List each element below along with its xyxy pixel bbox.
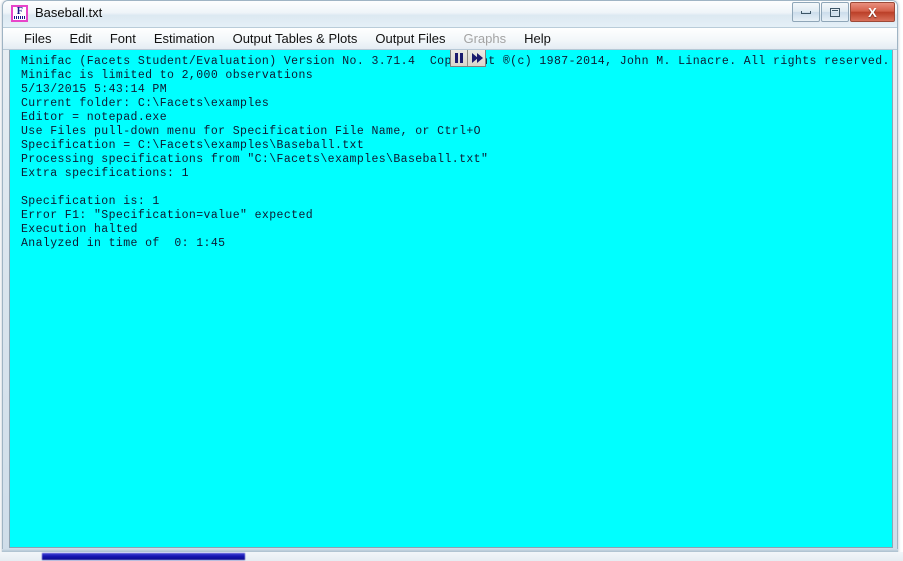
pause-icon <box>455 53 458 63</box>
background-progress-bar <box>42 553 245 560</box>
pause-button[interactable] <box>451 50 468 66</box>
menu-item-edit[interactable]: Edit <box>60 29 100 49</box>
pause-icon-second-bar <box>460 53 463 63</box>
menu-item-output-files[interactable]: Output Files <box>366 29 454 49</box>
console-line: Minifac is limited to 2,000 observations <box>21 69 314 82</box>
maximize-icon <box>830 7 840 17</box>
desktop-background: F Baseball.txt X Files Edit Font Estimat… <box>0 0 903 561</box>
menu-item-output-tables-and-plots[interactable]: Output Tables & Plots <box>224 29 367 49</box>
console-line: Specification = C:\Facets\examples\Baseb… <box>21 139 365 152</box>
console-line: Execution halted <box>21 223 138 236</box>
maximize-button[interactable] <box>821 2 849 22</box>
console-line: Error F1: "Specification=value" expected <box>21 209 314 222</box>
minifac-main-window: F Baseball.txt X Files Edit Font Estimat… <box>2 0 898 556</box>
minimize-button[interactable] <box>792 2 820 22</box>
menu-item-graphs: Graphs <box>463 30 507 46</box>
window-title: Baseball.txt <box>35 5 103 20</box>
console-line: Current folder: C:\Facets\examples <box>21 97 270 110</box>
console-line: Processing specifications from "C:\Facet… <box>21 153 489 166</box>
menu-item-help[interactable]: Help <box>515 29 560 49</box>
menu-item-estimation[interactable]: Estimation <box>145 29 224 49</box>
console-text: Minifac (Facets Student/Evaluation) Vers… <box>21 55 890 251</box>
minimize-icon <box>801 10 811 14</box>
minifac-app-icon: F <box>11 5 28 22</box>
console-output-area: Minifac (Facets Student/Evaluation) Vers… <box>9 50 893 548</box>
close-button[interactable]: X <box>850 2 895 22</box>
app-icon-glyph: F <box>16 6 23 17</box>
console-line: 5/13/2015 5:43:14 PM <box>21 83 168 96</box>
console-line: Specification is: 1 <box>21 195 160 208</box>
console-line: Extra specifications: 1 <box>21 167 189 180</box>
close-icon: X <box>868 4 877 20</box>
menu-item-files[interactable]: Files <box>15 29 60 49</box>
fast-forward-button[interactable] <box>468 50 485 66</box>
menu-item-font[interactable]: Font <box>101 29 145 49</box>
title-bar[interactable]: F Baseball.txt X <box>3 1 897 28</box>
window-controls: X <box>792 2 895 22</box>
menu-bar: Files Edit Font Estimation Output Tables… <box>3 28 897 50</box>
console-line: Analyzed in time of 0: 1:45 <box>21 237 226 250</box>
fast-forward-icon-second-triangle <box>476 53 483 63</box>
console-line: Editor = notepad.exe <box>21 111 168 124</box>
transport-controls <box>450 50 486 67</box>
console-line: Use Files pull-down menu for Specificati… <box>21 125 481 138</box>
